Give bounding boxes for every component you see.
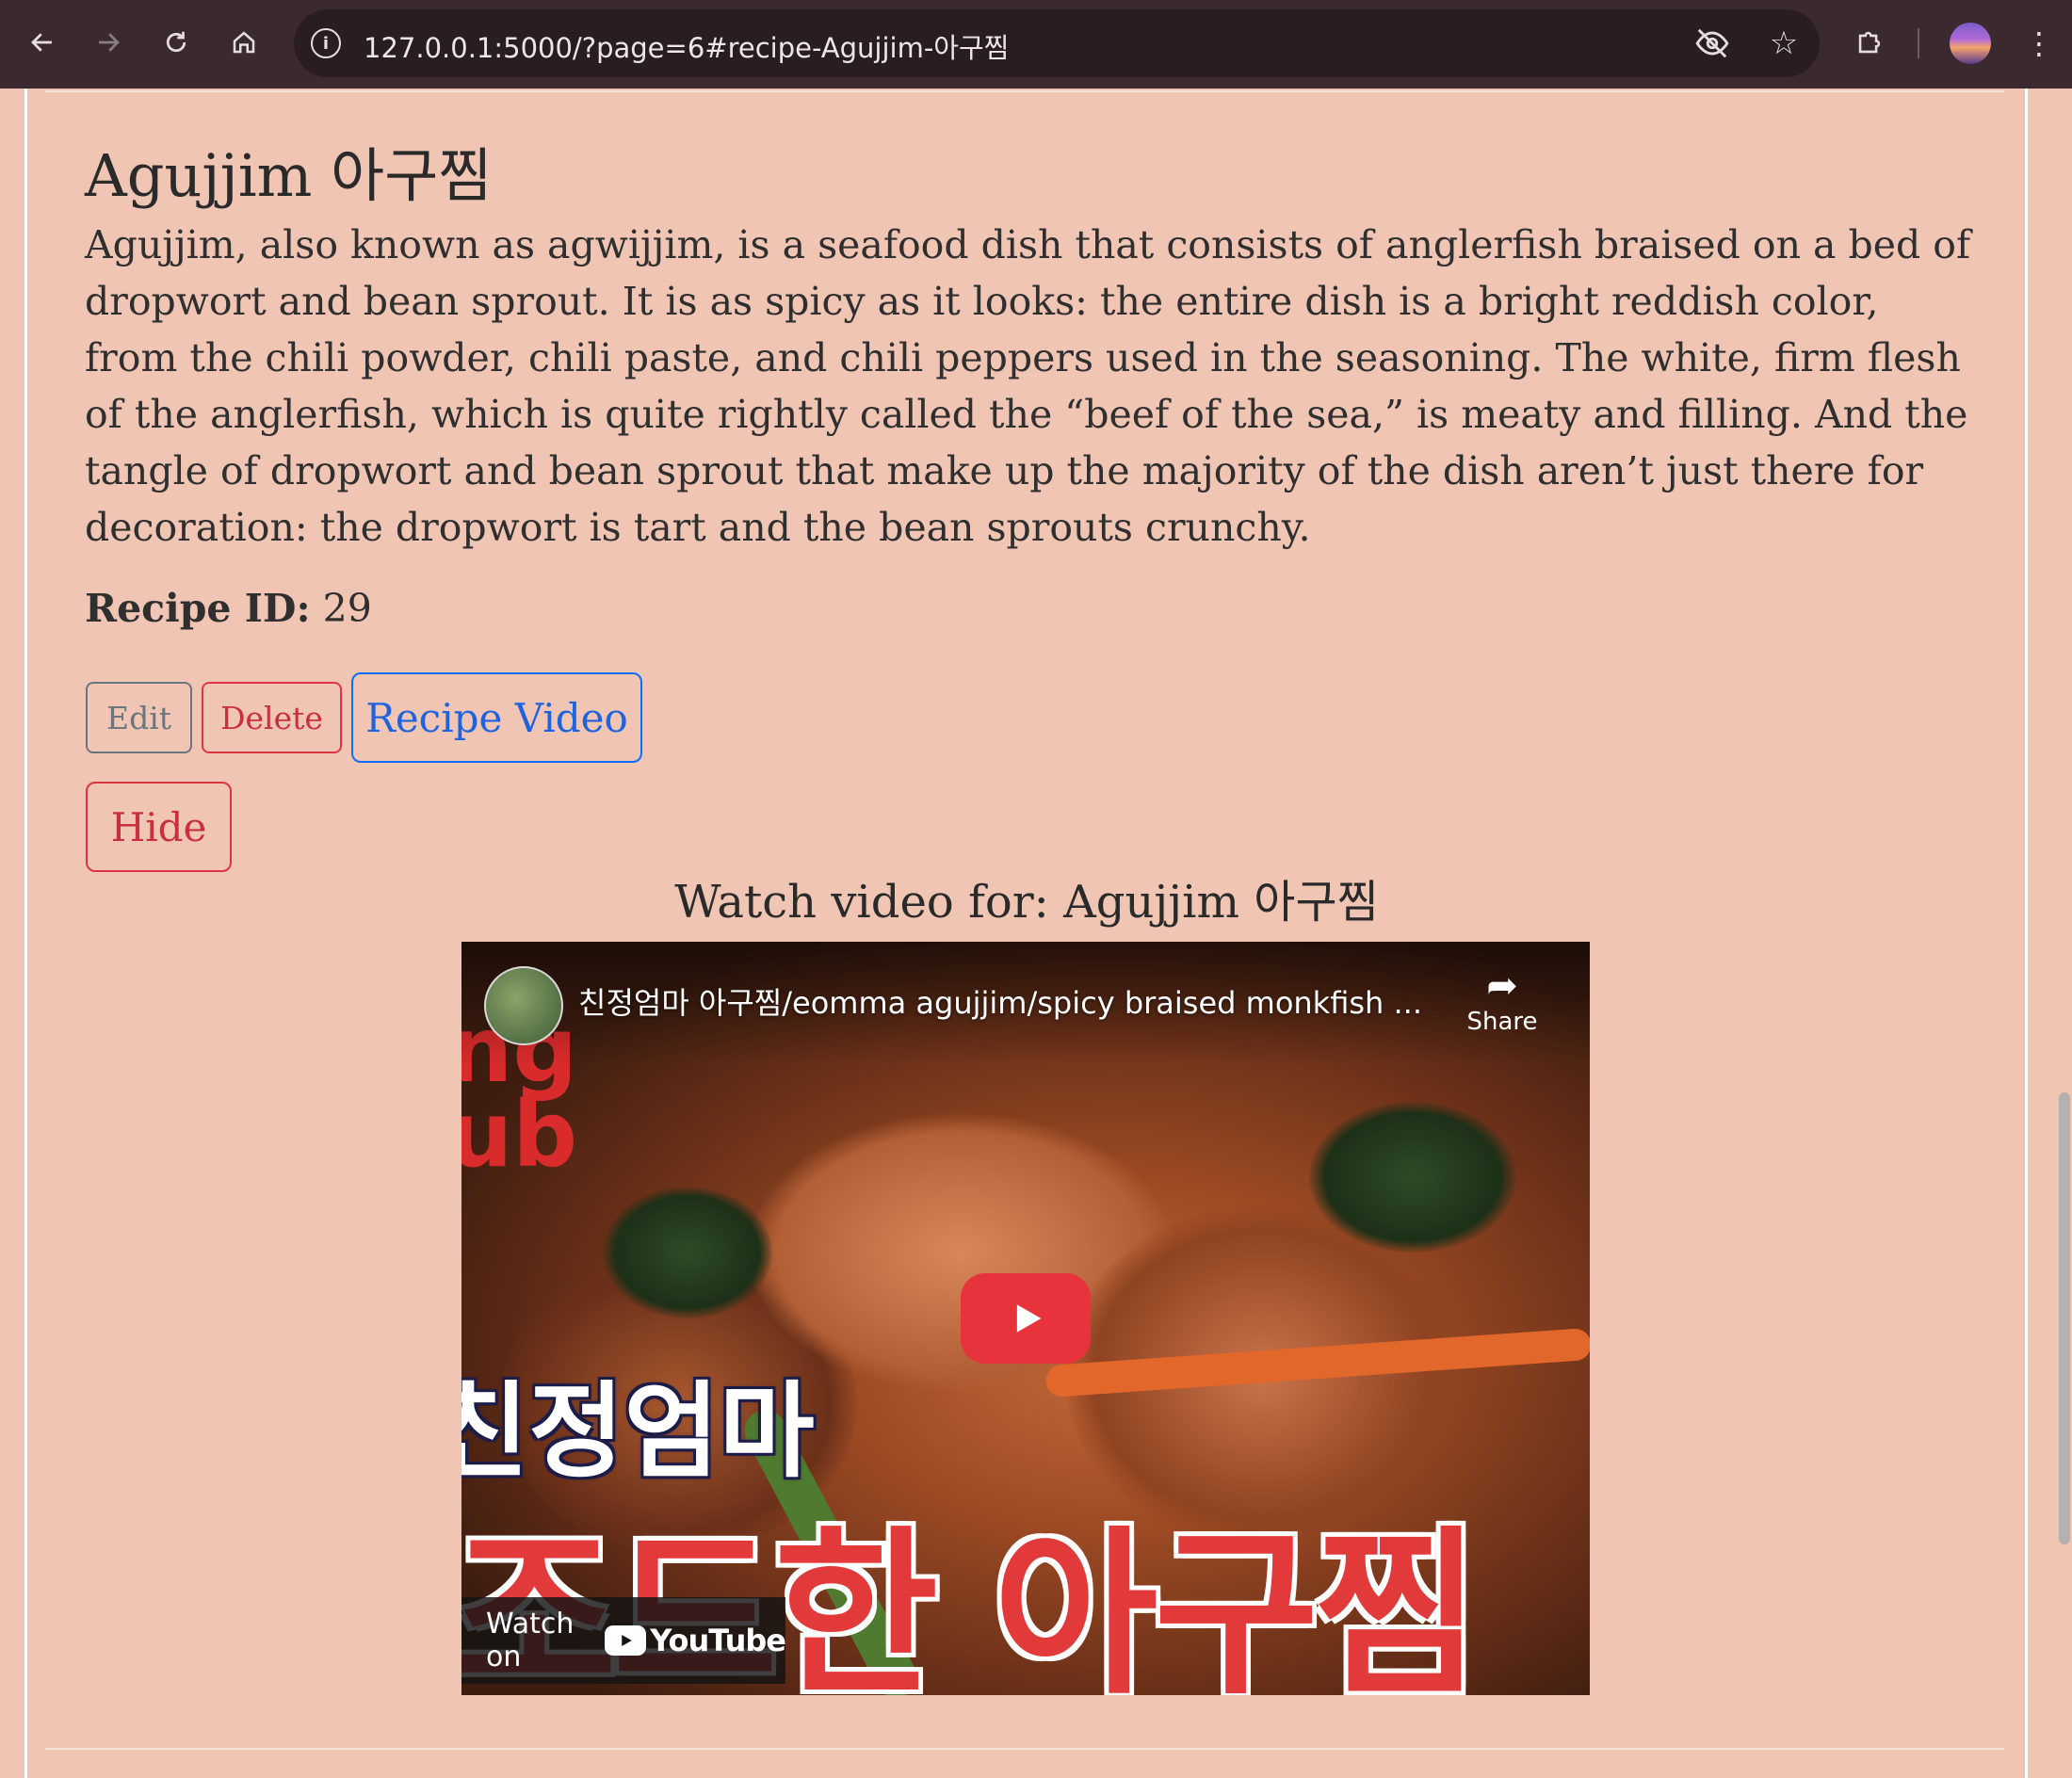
star-icon[interactable]: ☆: [1763, 23, 1805, 64]
toolbar-divider: [1918, 28, 1919, 58]
forward-arrow-icon[interactable]: [85, 19, 132, 66]
recipe-description: Agujjim, also known as agwijjim, is a se…: [85, 222, 1971, 550]
divider-top: [45, 90, 2004, 92]
recipe-id-label: Recipe ID:: [85, 586, 311, 631]
share-label: Share: [1466, 1008, 1538, 1036]
youtube-play-icon: [605, 1625, 647, 1656]
edit-button[interactable]: Edit: [86, 682, 192, 753]
address-bar[interactable]: i 127.0.0.1:5000/?page=6#recipe-Agujjim-…: [294, 9, 1820, 77]
video-title[interactable]: 친정엄마 아구찜/eomma agujjim/spicy braised mon…: [578, 979, 1422, 1023]
thumbnail-greens: [603, 1187, 772, 1318]
play-button[interactable]: [961, 1273, 1091, 1364]
site-info-icon[interactable]: i: [307, 24, 345, 62]
recipe-title: Agujjim 아구찜: [85, 141, 493, 210]
card-border-right: [2025, 89, 2028, 1778]
kebab-menu-icon[interactable]: ⋮: [2024, 23, 2054, 64]
delete-button[interactable]: Delete: [202, 682, 342, 753]
hide-button[interactable]: Hide: [86, 782, 232, 872]
youtube-logo: YouTube: [605, 1623, 786, 1658]
reload-icon[interactable]: [153, 19, 200, 66]
home-icon[interactable]: [220, 19, 267, 66]
share-icon: ➦: [1486, 964, 1518, 1008]
recipe-id: Recipe ID: 29: [85, 586, 372, 631]
video-heading: Watch video for: Agujjim 아구찜: [674, 876, 1379, 929]
youtube-wordmark: YouTube: [650, 1623, 786, 1658]
profile-avatar[interactable]: [1950, 23, 1991, 64]
card-border-left: [24, 89, 27, 1778]
channel-avatar[interactable]: [484, 966, 563, 1045]
divider-bottom: [45, 1748, 2004, 1750]
share-button[interactable]: ➦ Share: [1460, 964, 1545, 1036]
browser-toolbar: i 127.0.0.1:5000/?page=6#recipe-Agujjim-…: [0, 0, 2072, 89]
url-text[interactable]: 127.0.0.1:5000/?page=6#recipe-Agujjim-아구…: [364, 26, 1009, 66]
recipe-id-value: 29: [322, 586, 372, 631]
scrollbar-thumb[interactable]: [2059, 1092, 2070, 1544]
back-arrow-icon[interactable]: [19, 19, 66, 66]
recipe-video-button[interactable]: Recipe Video: [351, 672, 642, 763]
eye-off-icon[interactable]: [1692, 23, 1733, 64]
watch-on-youtube-button[interactable]: Watch on YouTube: [461, 1597, 786, 1684]
watch-on-label: Watch on: [486, 1608, 575, 1673]
play-icon: [1016, 1304, 1042, 1333]
youtube-embed[interactable]: ng ub 친정엄마 조드한 아구찜 친정엄마 아구찜/eomma agujji…: [461, 942, 1590, 1695]
thumbnail-greens: [1309, 1102, 1516, 1253]
puzzle-icon[interactable]: [1848, 21, 1891, 64]
